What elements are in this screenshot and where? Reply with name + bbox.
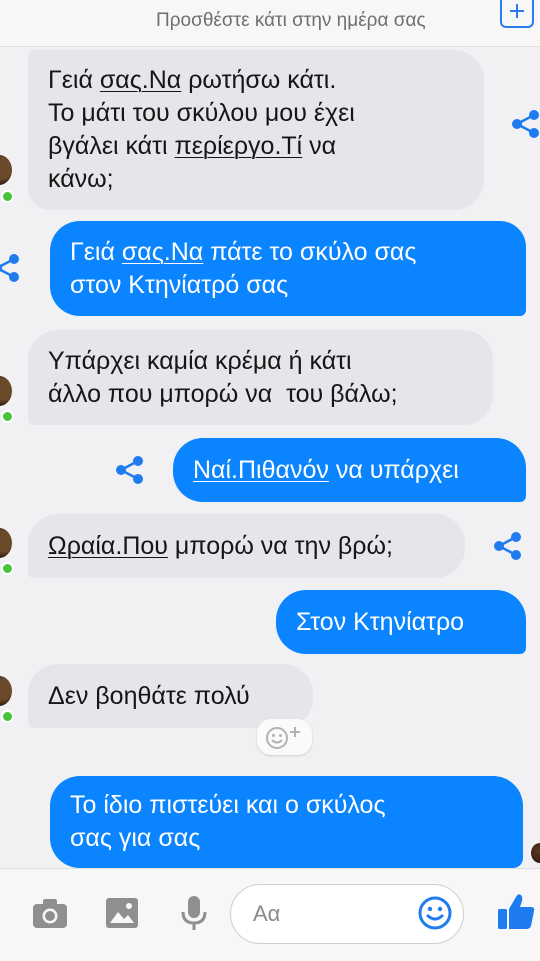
add-reaction-button[interactable] <box>257 719 312 755</box>
underlined-word: Ωραία.Που <box>48 531 168 560</box>
message-text: Στον Κτηνίατρο <box>296 606 464 639</box>
underlined-word: Ναί.Πιθανόν <box>193 455 329 484</box>
message-line: Ωραία.Που μπορώ να την βρώ; <box>48 531 393 560</box>
story-prompt-bar[interactable]: Προσθέστε κάτι στην ημέρα σας <box>0 0 540 47</box>
underlined-word: σας.Να <box>99 66 182 94</box>
message-line: Υπάρχει καμία κρέμα ή κάτι <box>48 346 352 375</box>
message-text: Ωραία.Που μπορώ να την βρώ; <box>48 530 393 563</box>
online-indicator <box>1 710 14 723</box>
microphone-icon[interactable] <box>174 893 214 933</box>
composer-bar: Αα <box>0 868 540 961</box>
message-line: Γειά σας.Να ρωτήσω κάτι. <box>48 66 337 94</box>
message-bubble-incoming[interactable]: Ωραία.Που μπορώ να την βρώ; <box>28 514 465 578</box>
share-icon[interactable] <box>112 452 148 488</box>
message-line: άλλο που μπορώ να του βάλω; <box>48 379 398 408</box>
message-bubble-outgoing[interactable]: Ναί.Πιθανόν να υπάρχει <box>173 438 526 502</box>
contact-avatar[interactable] <box>0 155 12 185</box>
share-icon[interactable] <box>508 106 540 142</box>
share-icon[interactable] <box>490 528 526 564</box>
gallery-icon[interactable] <box>102 893 142 933</box>
message-bubble-outgoing[interactable]: Στον Κτηνίατρο <box>276 590 526 654</box>
message-line: σας για σας <box>70 824 201 852</box>
underlined-word: περίεργο.Τί <box>174 132 303 160</box>
message-bubble-outgoing[interactable]: Το ίδιο πιστεύει και ο σκύλος σας για σας <box>50 776 523 868</box>
plus-square-icon[interactable] <box>500 0 534 28</box>
story-prompt-text: Προσθέστε κάτι στην ημέρα σας <box>156 10 426 31</box>
thumbs-up-icon[interactable] <box>494 889 538 933</box>
message-line: στον Κτηνίατρό σας <box>70 270 289 299</box>
message-input-placeholder: Αα <box>253 901 281 926</box>
underlined-word: σας.Να <box>121 237 204 266</box>
message-text: Γειά σας.Να πάτε το σκύλο σας στον Κτηνία… <box>70 236 416 302</box>
message-text: Γειά σας.Να ρωτήσω κάτι. Το μάτι του σκύλ… <box>48 64 355 196</box>
emoji-icon[interactable] <box>417 895 453 931</box>
message-line: Το μάτι του σκύλου μου έχει <box>48 99 355 127</box>
contact-avatar[interactable] <box>0 528 12 558</box>
message-line: Γειά σας.Να πάτε το σκύλο σας <box>70 237 417 266</box>
camera-icon[interactable] <box>30 893 70 933</box>
add-reaction-icon <box>266 727 300 749</box>
message-line: βγάλει κάτι περίεργο.Τί να <box>48 132 337 160</box>
message-line: Στον Κτηνίατρο <box>296 607 465 636</box>
message-line: κάνω; <box>48 165 114 193</box>
online-indicator <box>1 562 14 575</box>
message-line: Το ίδιο πιστεύει και ο σκύλος <box>70 791 386 819</box>
contact-avatar[interactable] <box>0 676 12 706</box>
message-text: Ναί.Πιθανόν να υπάρχει <box>193 454 459 487</box>
message-input[interactable]: Αα <box>230 884 464 944</box>
online-indicator <box>1 410 14 423</box>
message-text: Δεν βοηθάτε πολύ <box>48 680 250 713</box>
message-text: Υπάρχει καμία κρέμα ή κάτι άλλο που μπορώ… <box>48 345 398 411</box>
share-icon[interactable] <box>0 250 24 286</box>
message-bubble-incoming[interactable]: Υπάρχει καμία κρέμα ή κάτι άλλο που μπορώ… <box>28 330 493 425</box>
message-bubble-outgoing[interactable]: Γειά σας.Να πάτε το σκύλο σας στον Κτηνία… <box>50 221 526 316</box>
message-line: Δεν βοηθάτε πολύ <box>48 681 250 710</box>
read-receipt-avatar <box>531 843 540 863</box>
message-bubble-incoming[interactable]: Γειά σας.Να ρωτήσω κάτι. Το μάτι του σκύλ… <box>28 50 484 210</box>
message-line: Ναί.Πιθανόν να υπάρχει <box>193 455 459 484</box>
online-indicator <box>1 190 14 203</box>
contact-avatar[interactable] <box>0 376 12 406</box>
message-text: Το ίδιο πιστεύει και ο σκύλος σας για σας <box>70 789 386 855</box>
